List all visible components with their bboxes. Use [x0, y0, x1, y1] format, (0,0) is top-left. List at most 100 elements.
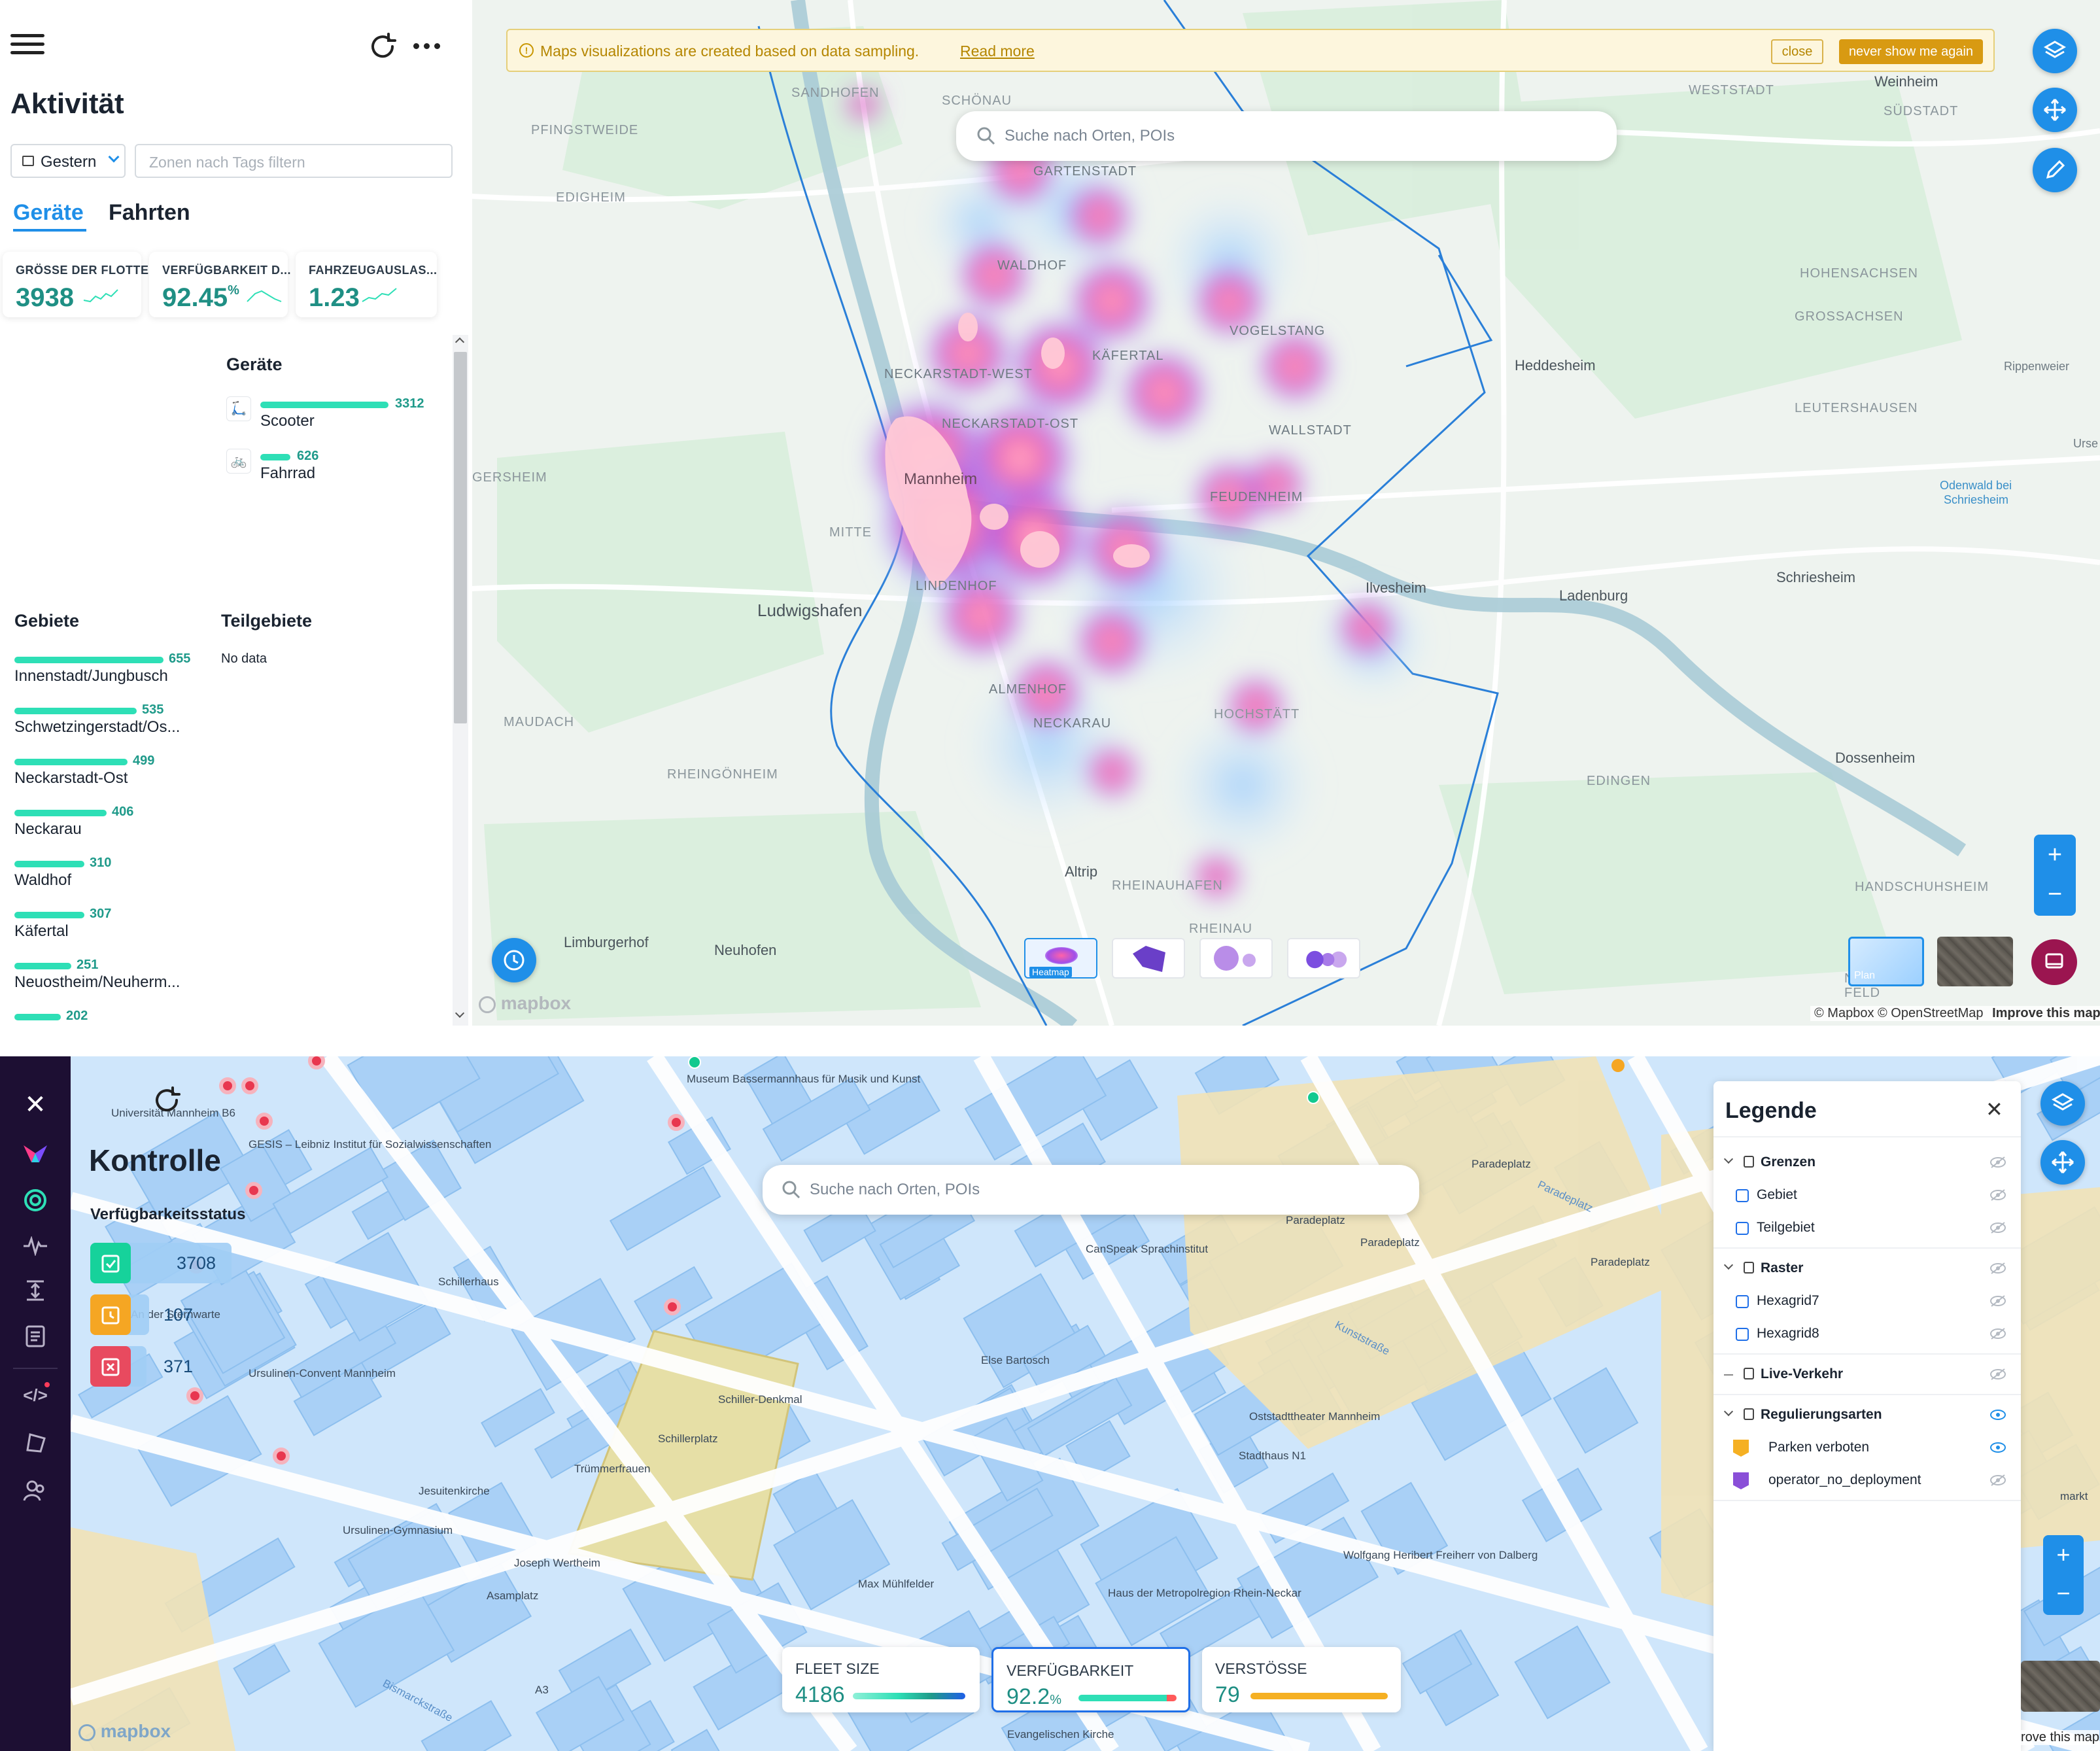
- legend-item[interactable]: Hexagrid7: [1713, 1285, 2021, 1318]
- history-button[interactable]: [492, 938, 536, 982]
- eye-off-icon[interactable]: [1989, 1368, 2006, 1381]
- scroll-thumb[interactable]: [454, 352, 467, 723]
- vehicle-unavailable-marker[interactable]: [241, 1077, 258, 1094]
- chevron-down-icon[interactable]: [1723, 1260, 1734, 1270]
- vehicle-unavailable-marker[interactable]: [186, 1387, 203, 1404]
- draw-button[interactable]: [2033, 148, 2077, 192]
- vehicle-reserved-marker[interactable]: [1611, 1059, 1625, 1072]
- polygon-tool-icon[interactable]: [20, 1427, 51, 1458]
- menu-icon[interactable]: [10, 29, 44, 60]
- vehicle-available-marker[interactable]: [688, 1056, 701, 1069]
- viz-bubbles-button[interactable]: [1199, 938, 1273, 979]
- tab-geraete[interactable]: Geräte: [13, 200, 84, 226]
- eye-off-icon[interactable]: [1989, 1156, 2006, 1169]
- logo-icon[interactable]: [20, 1137, 51, 1169]
- vehicle-available-marker[interactable]: [1307, 1091, 1320, 1104]
- eye-off-icon[interactable]: [1989, 1221, 2006, 1234]
- kpi-utilization[interactable]: FAHRZEUGAUSLAS... 1.23: [296, 252, 437, 317]
- zoom-in-button[interactable]: +: [2034, 835, 2076, 875]
- report-button[interactable]: [2031, 939, 2077, 985]
- users-icon[interactable]: [20, 1475, 51, 1506]
- close-icon[interactable]: ✕: [20, 1089, 51, 1120]
- refresh-icon[interactable]: [366, 30, 399, 63]
- eye-icon[interactable]: [1989, 1441, 2006, 1454]
- vehicle-unavailable-marker[interactable]: [245, 1182, 262, 1199]
- zoom-out-button[interactable]: −: [2043, 1574, 2084, 1615]
- legend-group-3[interactable]: Regulierungsarten: [1713, 1399, 2021, 1432]
- eye-off-icon[interactable]: [1989, 1294, 2006, 1308]
- control-icon[interactable]: [20, 1185, 51, 1216]
- eye-off-icon[interactable]: [1989, 1188, 2006, 1202]
- legend-item[interactable]: Teilgebiet: [1713, 1212, 2021, 1245]
- kpi-card-violations[interactable]: VERSTÖSSE 79: [1202, 1647, 1401, 1712]
- distribution-icon[interactable]: [20, 1275, 51, 1306]
- more-icon[interactable]: [413, 43, 440, 49]
- vehicle-unavailable-marker[interactable]: [219, 1077, 236, 1094]
- area-row[interactable]: 307 Käfertal: [14, 907, 224, 948]
- basemap-satellite-button[interactable]: [2021, 1661, 2100, 1712]
- basemap-plan-button[interactable]: Plan: [1848, 937, 1924, 986]
- banner-read-more-link[interactable]: Read more: [960, 43, 1035, 60]
- status-reserved[interactable]: 107: [90, 1294, 234, 1335]
- eye-off-icon[interactable]: [1989, 1474, 2006, 1487]
- area-row[interactable]: 251 Neuostheim/Neuherm...: [14, 958, 224, 999]
- vehicle-unavailable-marker[interactable]: [308, 1056, 325, 1069]
- kpi-fleet-size[interactable]: GRÖSSE DER FLOTTE 3938: [3, 252, 148, 317]
- kpi-availability[interactable]: VERFÜGBARKEIT D... 92.45%: [149, 252, 291, 317]
- viz-hexagons-button[interactable]: [1287, 938, 1360, 979]
- chevron-down-icon[interactable]: [1723, 1154, 1734, 1164]
- scroll-up-icon[interactable]: [455, 337, 465, 347]
- viz-areas-button[interactable]: [1112, 938, 1185, 979]
- improve-map-link[interactable]: rove this map: [2021, 1730, 2100, 1745]
- date-select[interactable]: Gestern: [10, 144, 126, 178]
- kpi-card-fleet-size[interactable]: FLEET SIZE 4186: [782, 1647, 980, 1712]
- tag-filter-input[interactable]: Zonen nach Tags filtern: [135, 144, 453, 178]
- scroll-down-icon[interactable]: [455, 1008, 465, 1018]
- vehicle-unavailable-marker[interactable]: [256, 1113, 273, 1130]
- legend-item[interactable]: Gebiet: [1713, 1179, 2021, 1212]
- status-available[interactable]: 3708: [90, 1243, 234, 1283]
- activity-icon[interactable]: [20, 1230, 51, 1262]
- banner-close-button[interactable]: close: [1771, 39, 1823, 64]
- improve-map-link[interactable]: Improve this map: [1992, 1006, 2100, 1020]
- status-unavailable[interactable]: 371: [90, 1346, 234, 1387]
- legend-group-2[interactable]: Live-Verkehr: [1713, 1359, 2021, 1391]
- scroll-track[interactable]: [453, 335, 468, 1026]
- area-row[interactable]: 499 Neckarstadt-Ost: [14, 754, 224, 795]
- area-row[interactable]: 535 Schwetzingerstadt/Os...: [14, 702, 224, 744]
- map-search[interactable]: Suche nach Orten, POIs: [956, 111, 1617, 161]
- eye-off-icon[interactable]: [1989, 1327, 2006, 1340]
- pan-button[interactable]: [2040, 1140, 2085, 1185]
- zoom-in-button[interactable]: +: [2043, 1535, 2084, 1574]
- legend-item[interactable]: Hexagrid8: [1713, 1318, 2021, 1351]
- basemap-satellite-button[interactable]: [1937, 937, 2013, 986]
- area-row[interactable]: 310 Waldhof: [14, 856, 224, 897]
- kpi-card-availability[interactable]: VERFÜGBARKEIT 92.2%: [991, 1647, 1190, 1712]
- code-icon[interactable]: </>: [20, 1379, 51, 1411]
- legend-item[interactable]: Parken verboten: [1713, 1432, 2021, 1465]
- area-row[interactable]: 655 Innenstadt/Jungbusch: [14, 651, 224, 693]
- layers-button[interactable]: [2040, 1081, 2085, 1126]
- chevron-down-icon[interactable]: [1723, 1406, 1734, 1417]
- pan-button[interactable]: [2033, 88, 2077, 132]
- vehicle-unavailable-marker[interactable]: [668, 1114, 685, 1131]
- clipboard-icon[interactable]: [20, 1319, 51, 1351]
- legend-item[interactable]: operator_no_deployment: [1713, 1465, 2021, 1497]
- vehicle-unavailable-marker[interactable]: [664, 1298, 681, 1315]
- eye-icon[interactable]: [1989, 1408, 2006, 1421]
- refresh-icon[interactable]: [150, 1084, 183, 1117]
- area-row[interactable]: 406 Neckarau: [14, 805, 224, 846]
- banner-never-show-button[interactable]: never show me again: [1839, 39, 1983, 64]
- zoom-out-button[interactable]: −: [2034, 875, 2076, 916]
- eye-off-icon[interactable]: [1989, 1262, 2006, 1275]
- map-search[interactable]: Suche nach Orten, POIs: [763, 1165, 1419, 1215]
- viz-heatmap-button[interactable]: Heatmap: [1024, 938, 1097, 979]
- vehicle-unavailable-marker[interactable]: [273, 1448, 290, 1465]
- tab-fahrten[interactable]: Fahrten: [109, 200, 190, 226]
- legend-group-1[interactable]: Raster: [1713, 1253, 2021, 1285]
- layers-button[interactable]: [2033, 29, 2077, 73]
- kpi-value: 4186: [795, 1682, 845, 1707]
- legend-close-button[interactable]: ✕: [1986, 1097, 2003, 1122]
- area-row[interactable]: 202: [14, 1009, 224, 1026]
- legend-group-0[interactable]: Grenzen: [1713, 1147, 2021, 1179]
